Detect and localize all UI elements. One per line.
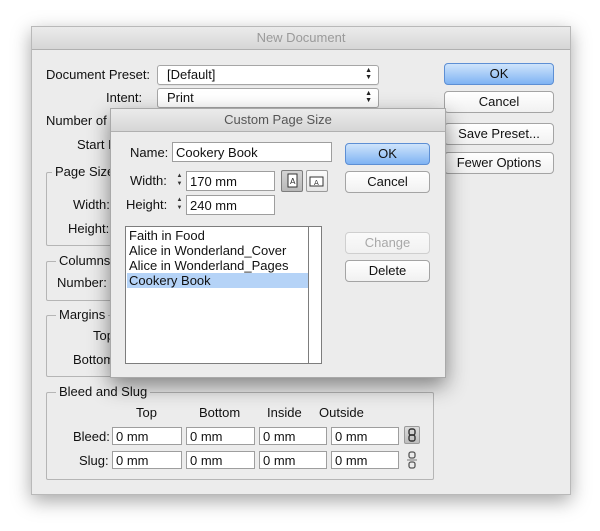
number-of-pages-label: Number of [46,113,107,128]
portrait-icon: A [287,173,298,188]
landscape-icon: A [309,176,324,187]
slug-inside-field[interactable]: 0 mm [259,451,327,469]
list-item[interactable]: Alice in Wonderland_Pages [127,258,309,273]
page-size-label: Page Size [52,164,118,179]
bleed-slug-title: Bleed and Slug [56,384,151,399]
bleed-inside-value: 0 mm [263,429,296,444]
chain-link-icon [408,428,416,442]
height-value: 240 mm [190,198,237,213]
name-value: Cookery Book [176,145,258,160]
number-label: Number: [57,275,107,290]
slug-label: Slug: [79,453,109,468]
delete-button[interactable]: Delete [345,260,430,282]
landscape-orientation-button[interactable]: A [306,170,328,192]
list-scrollbar[interactable] [308,227,321,363]
bleed-outside-value: 0 mm [335,429,368,444]
broken-chain-icon [407,451,417,469]
slug-bottom-field[interactable]: 0 mm [186,451,255,469]
link-slug-chain-button[interactable] [406,451,418,469]
ok-button[interactable]: OK [444,63,554,85]
column-header-outside: Outside [319,405,364,420]
slug-outside-field[interactable]: 0 mm [331,451,399,469]
width-field[interactable]: 170 mm [186,171,275,191]
columns-label: Columns [56,253,114,268]
chevron-updown-icon: ▲ ▼ [365,90,372,104]
bleed-outside-field[interactable]: 0 mm [331,427,399,445]
bleed-top-value: 0 mm [116,429,149,444]
name-label: Name: [130,145,169,160]
width-stepper[interactable]: ▲ ▼ [174,172,185,188]
slug-top-field[interactable]: 0 mm [112,451,182,469]
page-size-list[interactable]: Faith in Food Alice in Wonderland_Cover … [125,226,322,364]
height-label: Height: [68,221,110,236]
column-header-bottom: Bottom [199,405,241,420]
width-label: Width: [130,173,167,188]
window-title: New Document [32,27,570,50]
bleed-bottom-value: 0 mm [190,429,223,444]
intent-label: Intent: [106,90,143,105]
custom-page-size-title: Custom Page Size [111,109,445,132]
list-item[interactable]: Alice in Wonderland_Cover [127,243,309,258]
bleed-bottom-field[interactable]: 0 mm [186,427,255,445]
sheet-ok-button[interactable]: OK [345,143,430,165]
link-bleed-chain-button[interactable] [404,426,420,444]
name-field[interactable]: Cookery Book [172,142,332,162]
svg-text:A: A [314,179,319,187]
height-field[interactable]: 240 mm [186,195,275,215]
margins-label: Margins [56,307,109,322]
svg-text:A: A [290,177,296,186]
list-item-selected[interactable]: Cookery Book [127,273,309,288]
height-label: Height: [126,197,168,212]
document-preset-value: [Default] [167,67,216,82]
portrait-orientation-button[interactable]: A [281,170,303,192]
sheet-cancel-button[interactable]: Cancel [345,171,430,193]
slug-outside-value: 0 mm [335,453,368,468]
width-value: 170 mm [190,174,237,189]
list-item[interactable]: Faith in Food [127,228,309,243]
slug-top-value: 0 mm [116,453,149,468]
height-stepper[interactable]: ▲ ▼ [174,196,185,212]
bleed-top-field[interactable]: 0 mm [112,427,182,445]
document-preset-select[interactable]: [Default] ▲ ▼ [157,65,379,85]
intent-value: Print [167,90,194,105]
bottom-margin-label: Bottom [73,352,115,367]
bleed-label: Bleed: [73,429,110,444]
document-preset-label: Document Preset: [46,67,151,82]
change-button[interactable]: Change [345,232,430,254]
custom-page-size-dialog: Custom Page Size Name: Cookery Book Widt… [110,108,446,378]
column-header-inside: Inside [267,405,302,420]
intent-select[interactable]: Print ▲ ▼ [157,88,379,108]
fewer-options-button[interactable]: Fewer Options [444,152,554,174]
bleed-inside-field[interactable]: 0 mm [259,427,327,445]
column-header-top: Top [136,405,157,420]
width-label: Width: [73,197,110,212]
slug-bottom-value: 0 mm [190,453,223,468]
chevron-updown-icon: ▲ ▼ [365,67,372,81]
slug-inside-value: 0 mm [263,453,296,468]
save-preset-button[interactable]: Save Preset... [444,123,554,145]
cancel-button[interactable]: Cancel [444,91,554,113]
